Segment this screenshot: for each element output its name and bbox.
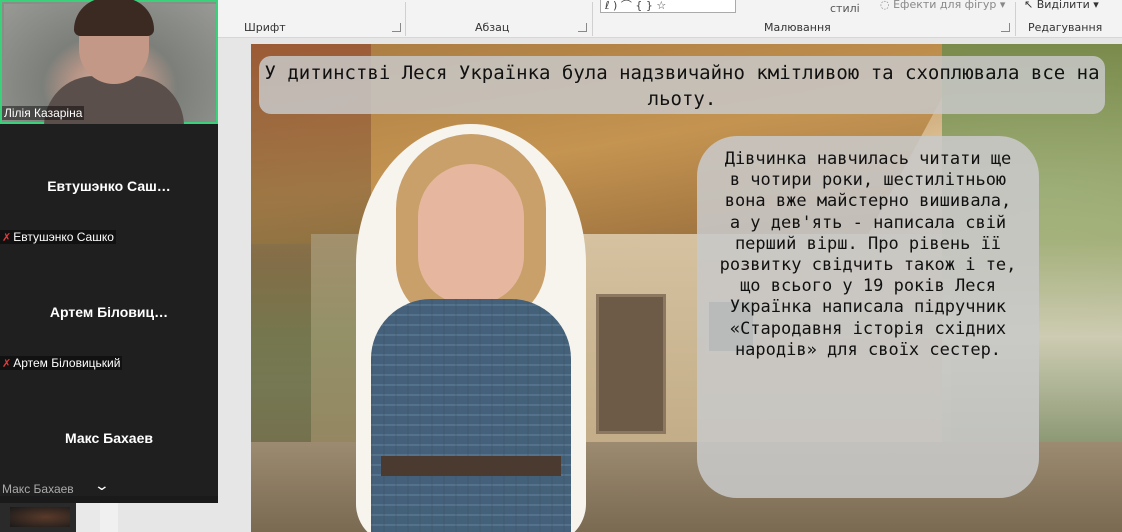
thumbnail-strip bbox=[100, 503, 118, 532]
self-view-thumbnail[interactable] bbox=[0, 503, 76, 532]
select-button[interactable]: ↖ Виділити ▾ bbox=[1024, 0, 1099, 11]
participant-name-label: ✗ Артем Біловицький bbox=[0, 356, 123, 370]
ribbon-separator bbox=[1015, 2, 1016, 36]
house-door-image bbox=[596, 294, 666, 434]
muted-microphone-icon: ✗ bbox=[2, 232, 12, 244]
quick-styles-button[interactable]: стилі bbox=[830, 2, 860, 15]
participants-panel: Лілія Казаріна Евтушэнко Саш… ✗ Евтушэнко… bbox=[0, 0, 218, 503]
muted-microphone-icon: ✗ bbox=[2, 358, 12, 370]
ribbon-group-editing-label: Редагування bbox=[1028, 21, 1103, 34]
slide-canvas[interactable]: У дитинстві Леся Українка була надзвичай… bbox=[251, 44, 1122, 532]
participant-title: Артем Біловиц… bbox=[49, 304, 169, 320]
portrait-plaid-dress bbox=[371, 299, 571, 532]
font-dialog-launcher[interactable] bbox=[392, 23, 401, 32]
active-speaker-tile[interactable]: Лілія Казаріна bbox=[0, 0, 218, 126]
ribbon-group-font-label: Шрифт bbox=[244, 21, 286, 34]
shape-effects-icon: ◌ bbox=[880, 0, 894, 11]
webcam-person-hair bbox=[74, 0, 154, 36]
chevron-down-icon[interactable]: ⌄ bbox=[94, 478, 110, 494]
shape-effects-button[interactable]: ◌ Ефекти для фігур ▾ bbox=[880, 0, 1005, 11]
ribbon-separator bbox=[405, 2, 406, 36]
participant-tile[interactable]: Артем Біловиц… ✗ Артем Біловицький bbox=[0, 248, 218, 372]
drawing-dialog-launcher[interactable] bbox=[1001, 23, 1010, 32]
paragraph-dialog-launcher[interactable] bbox=[578, 23, 587, 32]
participant-tile[interactable]: Евтушэнко Саш… ✗ Евтушэнко Сашко bbox=[0, 124, 218, 248]
portrait-belt bbox=[381, 456, 561, 476]
participant-name-label: ✗ Евтушэнко Сашко bbox=[0, 230, 116, 244]
slide-caption-top[interactable]: У дитинстві Леся Українка була надзвичай… bbox=[259, 56, 1105, 114]
participant-title: Евтушэнко Саш… bbox=[47, 178, 171, 194]
ribbon-group-paragraph-label: Абзац bbox=[475, 21, 510, 34]
cursor-icon: ↖ bbox=[1024, 0, 1037, 11]
shapes-gallery[interactable]: ℓ ) ⌒ { } ☆ bbox=[600, 0, 736, 13]
active-speaker-name: Лілія Казаріна bbox=[2, 106, 85, 120]
webcam-video bbox=[4, 0, 216, 126]
girl-portrait-image bbox=[356, 124, 586, 532]
participant-name-label: Макс Бахаев bbox=[2, 482, 74, 496]
ribbon-separator bbox=[592, 2, 593, 36]
slide-caption-right[interactable]: Дівчинка навчилась читати ще в чотири ро… bbox=[697, 136, 1039, 498]
portrait-face bbox=[418, 164, 524, 304]
participant-title: Макс Бахаев bbox=[65, 430, 153, 446]
ribbon-group-drawing-label: Малювання bbox=[764, 21, 831, 34]
